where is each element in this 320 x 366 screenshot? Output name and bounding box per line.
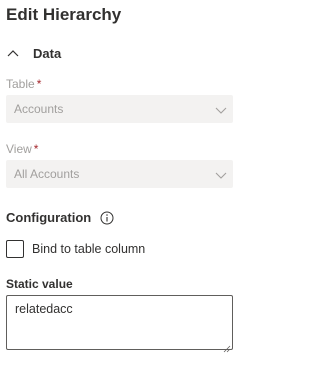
view-field-label: View * xyxy=(6,141,38,157)
bind-to-column-checkbox[interactable]: Bind to table column xyxy=(6,240,145,258)
resize-grip-icon[interactable] xyxy=(223,340,231,353)
panel-title: Edit Hierarchy xyxy=(6,5,122,24)
static-value-wrapper: relatedacc xyxy=(6,295,233,353)
view-label-text: View xyxy=(6,142,32,156)
required-mark: * xyxy=(33,142,39,156)
checkbox-box[interactable] xyxy=(6,240,24,258)
chevron-up-icon xyxy=(6,46,20,60)
table-label-text: Table xyxy=(6,77,35,91)
required-mark: * xyxy=(36,77,42,91)
checkbox-label: Bind to table column xyxy=(32,242,146,256)
chevron-down-icon xyxy=(215,104,227,114)
data-section-toggle[interactable]: Data xyxy=(6,44,61,62)
table-dropdown[interactable]: Accounts xyxy=(6,95,233,123)
configuration-label: Configuration xyxy=(6,210,92,225)
chevron-down-icon xyxy=(215,169,227,179)
data-section-label: Data xyxy=(33,45,62,61)
configuration-heading: Configuration xyxy=(6,210,114,225)
table-field-label: Table * xyxy=(6,76,41,92)
static-value-input[interactable]: relatedacc xyxy=(6,295,233,350)
view-dropdown-value: All Accounts xyxy=(14,167,80,181)
table-dropdown-value: Accounts xyxy=(14,102,64,116)
static-value-label: Static value xyxy=(6,277,73,291)
view-dropdown[interactable]: All Accounts xyxy=(6,160,233,188)
info-icon[interactable] xyxy=(100,211,114,225)
